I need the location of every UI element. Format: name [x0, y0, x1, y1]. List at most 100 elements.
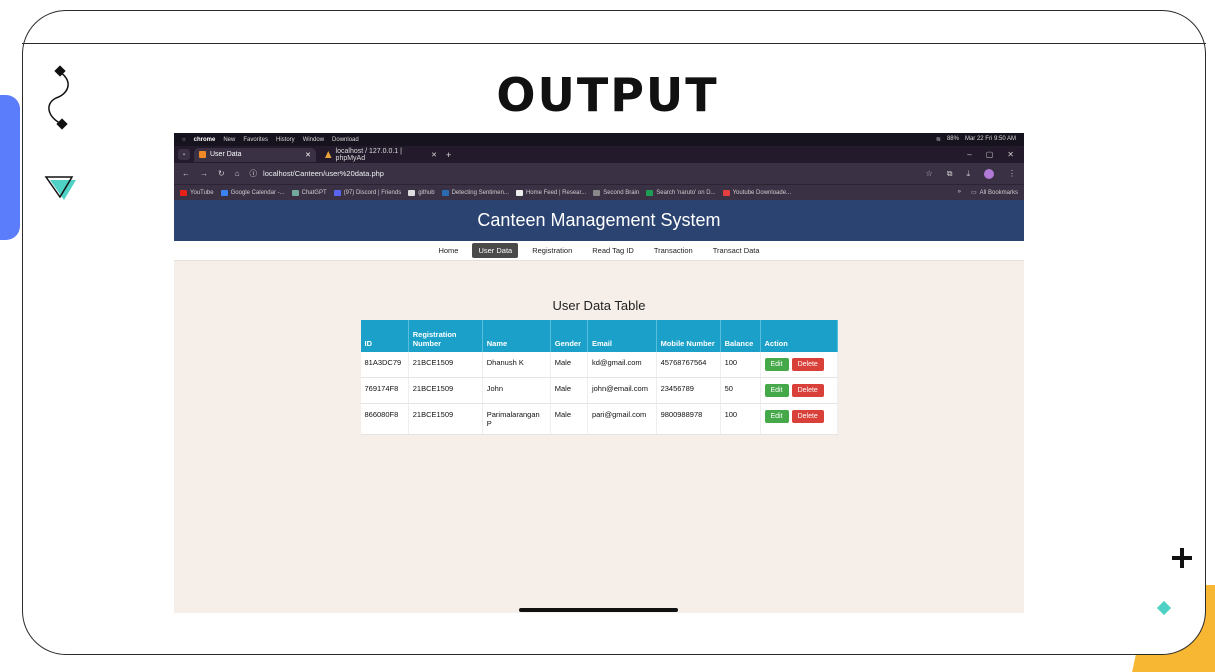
search-site-icon	[646, 189, 654, 196]
cell-name: Parimalarangan P	[482, 403, 551, 435]
edit-button[interactable]: Edit	[764, 358, 789, 371]
menu-item[interactable]: Favorites	[243, 137, 268, 143]
table-row: 866080F8 21BCE1509 Parimalarangan P Male…	[360, 403, 838, 435]
nav-transaction[interactable]: Transaction	[648, 243, 699, 258]
discord-icon	[333, 189, 341, 196]
bookmarks-bar: YouTube Google Calendar -... ChatGPT (97…	[174, 184, 1024, 200]
cell-gender: Male	[550, 352, 588, 378]
cell-mobile: 9800988978	[656, 403, 721, 435]
minimize-icon[interactable]: –	[967, 150, 971, 159]
address-row: ← → ↻ ⌂ ⓘ localhost/Canteen/user%20data.…	[174, 163, 1024, 184]
restore-icon[interactable]: ▢	[986, 150, 994, 159]
clock[interactable]: Mar 22 Fri 9:50 AM	[965, 136, 1016, 143]
bookmark-item[interactable]: Second Brain	[593, 189, 639, 196]
delete-button[interactable]: Delete	[791, 410, 824, 423]
all-bookmarks[interactable]: ▭ All Bookmarks	[970, 189, 1018, 197]
edit-button[interactable]: Edit	[764, 384, 789, 397]
cell-action: Edit Delete	[760, 403, 838, 435]
new-tab-icon[interactable]: +	[446, 150, 451, 160]
nav-user-data[interactable]: User Data	[472, 243, 519, 258]
cell-name: John	[482, 377, 551, 404]
menu-kebab-icon[interactable]: ⋮	[1008, 169, 1016, 178]
nav-transact-data[interactable]: Transact Data	[707, 243, 766, 258]
bookmark-item[interactable]: Search 'naruto' on D...	[646, 189, 716, 196]
wifi-icon[interactable]: ≋	[936, 136, 941, 143]
bookmark-item[interactable]: (97) Discord | Friends	[333, 189, 402, 196]
edit-button[interactable]: Edit	[764, 410, 789, 423]
menu-item[interactable]: Download	[332, 137, 359, 143]
delete-button[interactable]: Delete	[791, 384, 824, 397]
app-nav: Home User Data Registration Read Tag ID …	[174, 241, 1024, 261]
col-id: ID	[360, 320, 409, 352]
cell-email: pari@gmail.com	[587, 403, 657, 435]
slide-divider	[22, 43, 1206, 44]
bookmark-star-icon[interactable]: ☆	[926, 169, 933, 178]
user-data-table: ID Registration Number Name Gender Email…	[360, 320, 838, 435]
nav-read-tag-id[interactable]: Read Tag ID	[586, 243, 640, 258]
close-tab-icon[interactable]: ✕	[305, 151, 311, 159]
extensions-icon[interactable]: ⧉	[947, 169, 953, 179]
col-balance: Balance	[720, 320, 761, 352]
cell-id: 81A3DC79	[360, 352, 409, 378]
menu-item[interactable]: Window	[303, 137, 324, 143]
table-title: User Data Table	[552, 298, 646, 313]
tab-label: localhost / 127.0.0.1 | phpMyAd	[335, 147, 402, 162]
nav-registration[interactable]: Registration	[526, 243, 578, 258]
bookmark-item[interactable]: YouTube	[180, 189, 214, 196]
tab-user-data[interactable]: User Data ✕	[194, 147, 316, 162]
col-name: Name	[482, 320, 551, 352]
bookmark-label: Detecting Sentimen...	[451, 189, 509, 196]
bookmark-item[interactable]: Google Calendar -...	[220, 189, 285, 196]
battery-percent: 88%	[946, 136, 959, 142]
bookmark-item[interactable]: Youtube Downloade...	[722, 189, 792, 196]
delete-button[interactable]: Delete	[791, 358, 824, 371]
nav-home[interactable]: Home	[432, 243, 464, 258]
bookmark-label: Home Feed | Resear...	[525, 189, 587, 196]
browser-screenshot: ○ chrome New Favorites History Window Do…	[174, 133, 1024, 613]
cell-balance: 50	[720, 377, 761, 404]
cell-registration: 21BCE1509	[408, 403, 483, 435]
cell-registration: 21BCE1509	[408, 352, 483, 378]
bookmark-label: (97) Discord | Friends	[343, 189, 402, 196]
bookmark-item[interactable]: Home Feed | Resear...	[515, 189, 587, 196]
bookmark-label: YouTube	[190, 189, 214, 196]
forward-icon[interactable]: →	[200, 169, 208, 178]
more-bookmarks-icon[interactable]: »	[958, 189, 961, 196]
site-info-icon[interactable]: ⓘ	[250, 168, 258, 179]
cell-action: Edit Delete	[760, 352, 838, 378]
downloader-icon	[722, 189, 730, 196]
reload-icon[interactable]: ↻	[218, 169, 225, 178]
close-window-icon[interactable]: ✕	[1007, 150, 1014, 159]
cell-email: john@email.com	[587, 377, 657, 404]
menu-item[interactable]: New	[223, 137, 235, 143]
apple-icon[interactable]: ○	[182, 137, 186, 143]
phpmyadmin-favicon-icon	[325, 151, 332, 158]
bookmark-item[interactable]: ChatGPT	[291, 189, 327, 196]
cell-mobile: 45768767564	[656, 352, 721, 378]
triangle-icon	[44, 176, 76, 200]
tab-phpmyadmin[interactable]: localhost / 127.0.0.1 | phpMyAd ✕	[320, 148, 442, 162]
bookmark-label: All Bookmarks	[979, 189, 1018, 196]
folder-icon: ▭	[970, 190, 977, 196]
address-bar[interactable]: ⓘ localhost/Canteen/user%20data.php	[250, 168, 384, 179]
cell-gender: Male	[550, 377, 588, 404]
bookmark-item[interactable]: Detecting Sentimen...	[441, 189, 509, 196]
table-row: 769174F8 21BCE1509 John Male john@email.…	[360, 377, 838, 404]
bookmark-label: ChatGPT	[301, 189, 327, 196]
back-icon[interactable]: ←	[182, 169, 190, 178]
close-tab-icon[interactable]: ✕	[431, 151, 437, 159]
youtube-icon	[180, 189, 187, 196]
download-icon[interactable]: ⤓	[966, 169, 970, 179]
tab-label: User Data	[210, 151, 242, 158]
home-icon[interactable]: ⌂	[235, 169, 240, 178]
bookmark-item[interactable]: github	[408, 189, 435, 196]
profile-avatar[interactable]	[984, 168, 994, 179]
menu-app-name[interactable]: chrome	[194, 137, 216, 143]
bookmark-label: Youtube Downloade...	[732, 189, 792, 196]
menu-item[interactable]: History	[276, 137, 295, 143]
favicon-icon	[199, 151, 206, 158]
tab-search-icon[interactable]: ⌄	[178, 149, 190, 160]
researchgate-icon	[515, 189, 523, 196]
cell-name: Dhanush K	[482, 352, 551, 378]
app-header: Canteen Management System	[174, 200, 1024, 241]
